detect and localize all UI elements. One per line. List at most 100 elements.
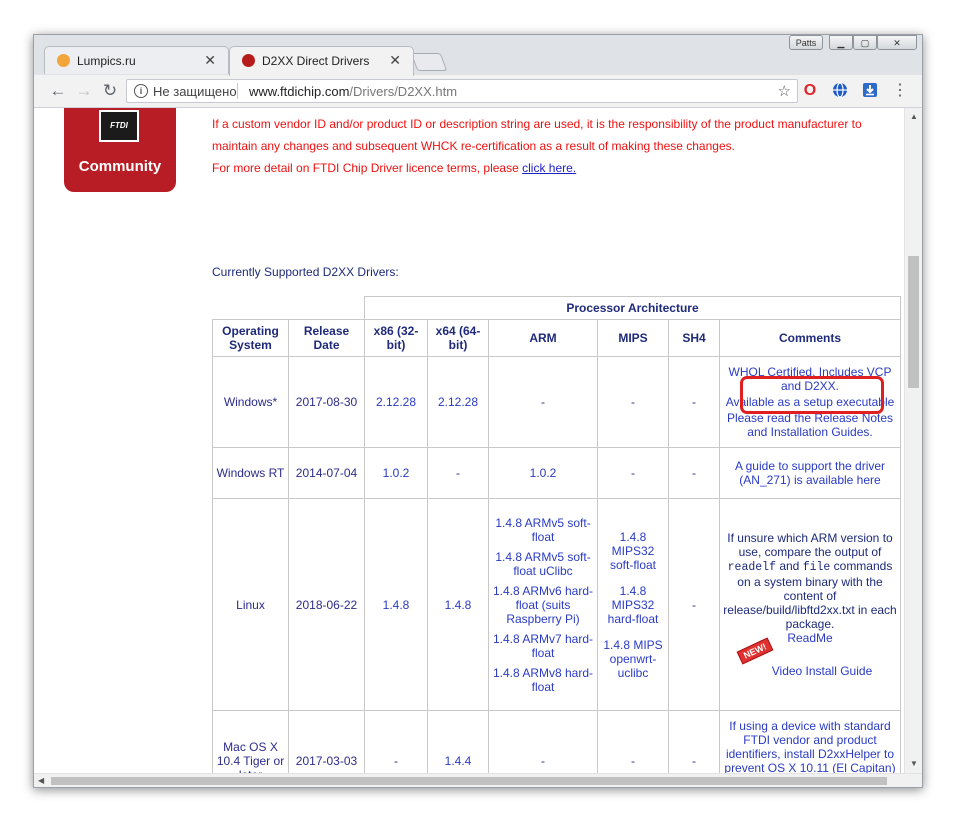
globe-extension-icon[interactable] (831, 82, 849, 100)
sh4-cell: - (668, 498, 720, 711)
arm-version-note: If unsure which ARM version to use, comp… (723, 531, 897, 631)
tab-close-icon[interactable]: ✕ (204, 52, 216, 69)
arm-download-link[interactable]: 1.4.8 ARMv7 hard-float (492, 632, 594, 660)
address-bar[interactable]: i Не защищено www.ftdichip.com/Drivers/D… (126, 79, 798, 103)
forward-arrow-icon[interactable]: → (74, 81, 94, 101)
an271-guide-link[interactable]: A guide to support the driver (AN_271) i… (719, 447, 901, 499)
url-text: www.ftdichip.com/Drivers/D2XX.htm (249, 84, 457, 99)
tab-strip: Lumpics.ru ✕ D2XX Direct Drivers ✕ Patts… (34, 35, 922, 76)
notice-line-3-text: For more detail on FTDI Chip Driver lice… (212, 161, 523, 175)
arm-downloads-cell: 1.4.8 ARMv5 soft-float 1.4.8 ARMv5 soft-… (488, 498, 598, 711)
tab-title: Lumpics.ru (77, 54, 136, 68)
table-row: Linux 2018-06-22 1.4.8 1.4.8 1.4.8 ARMv5… (212, 498, 901, 711)
readelf-code: readelf (727, 561, 776, 574)
bookmark-star-icon[interactable]: ☆ (778, 82, 791, 100)
file-code: file (802, 561, 831, 574)
tab-title: D2XX Direct Drivers (262, 54, 370, 68)
processor-architecture-header: Processor Architecture (364, 296, 901, 320)
back-arrow-icon[interactable]: ← (48, 81, 68, 101)
os-cell: Linux (212, 498, 289, 711)
browser-window: Lumpics.ru ✕ D2XX Direct Drivers ✕ Patts… (33, 34, 923, 788)
info-icon[interactable]: i (134, 84, 148, 98)
page-viewport: FTDI Community If a custom vendor ID and… (34, 108, 904, 773)
os-cell: Windows RT (212, 447, 289, 499)
tab-d2xx[interactable]: D2XX Direct Drivers ✕ (229, 46, 414, 76)
licence-link[interactable]: click here. (522, 161, 576, 175)
col-x64-header: x64 (64-bit) (427, 319, 489, 357)
col-os-header: Operating System (212, 319, 289, 357)
close-window-icon[interactable]: ✕ (877, 35, 917, 50)
sh4-cell: - (668, 356, 720, 448)
os-cell: Windows* (212, 356, 289, 448)
notice-line-3: For more detail on FTDI Chip Driver lice… (212, 161, 576, 175)
arm-download-link[interactable]: 1.4.8 ARMv5 soft-float uClibc (492, 550, 594, 578)
x86-cell: - (364, 710, 428, 773)
download-icon[interactable] (861, 82, 879, 100)
note-text: If unsure which ARM version to use, comp… (727, 531, 893, 559)
drivers-heading: Currently Supported D2XX Drivers: (212, 265, 399, 279)
col-x86-header: x86 (32-bit) (364, 319, 428, 357)
arm-cell: - (488, 356, 598, 448)
arm-download-link[interactable]: 1.4.8 ARMv6 hard-float (suits Raspberry … (492, 584, 594, 626)
url-path: /Drivers/D2XX.htm (349, 84, 458, 99)
menu-kebab-icon[interactable]: ⋮ (891, 82, 909, 100)
arm-download-link[interactable]: 1.4.8 ARMv5 soft-float (492, 516, 594, 544)
x86-download-link[interactable]: 1.4.8 (383, 598, 410, 612)
mips-cell: - (597, 710, 669, 773)
vertical-scrollbar[interactable]: ▲ ▼ (904, 108, 922, 773)
release-notes-link[interactable]: Please read the Release Notes and Instal… (723, 411, 897, 439)
col-sh4-header: SH4 (668, 319, 720, 357)
mips-downloads-cell: 1.4.8 MIPS32 soft-float 1.4.8 MIPS32 har… (597, 498, 669, 711)
x64-download-link[interactable]: 1.4.4 (445, 754, 472, 768)
scroll-up-icon[interactable]: ▲ (910, 112, 918, 121)
horizontal-scrollbar[interactable]: ◀ (34, 773, 922, 787)
scroll-down-icon[interactable]: ▼ (910, 759, 918, 768)
setup-executable-highlight (740, 376, 884, 414)
arm-download-link[interactable]: 1.4.8 ARMv8 hard-float (492, 666, 594, 694)
browser-toolbar: ← → ↻ i Не защищено www.ftdichip.com/Dri… (34, 75, 922, 108)
horizontal-scroll-thumb[interactable] (51, 777, 887, 785)
table-blank-cell (212, 296, 365, 320)
ftdi-favicon-icon (242, 54, 255, 67)
comments-cell: If unsure which ARM version to use, comp… (719, 498, 901, 711)
chip-icon: FTDI (99, 110, 139, 142)
tab-close-icon[interactable]: ✕ (389, 52, 401, 69)
x64-download-link[interactable]: 2.12.28 (438, 395, 478, 409)
arm-download-link[interactable]: 1.0.2 (530, 466, 557, 480)
x64-download-link[interactable]: 1.4.8 (445, 598, 472, 612)
date-cell: 2018-06-22 (288, 498, 365, 711)
notice-line-2: maintain any changes and subsequent WHCK… (212, 139, 735, 153)
mips-download-link[interactable]: 1.4.8 MIPS32 hard-float (601, 584, 665, 626)
x64-cell: - (427, 447, 489, 499)
mips-download-link[interactable]: 1.4.8 MIPS openwrt-uclibc (601, 638, 665, 680)
community-label: Community (78, 158, 162, 175)
video-install-guide-link[interactable]: Video Install Guide (723, 664, 897, 678)
table-row: Windows RT 2014-07-04 1.0.2 - 1.0.2 - - … (212, 447, 901, 499)
vertical-scroll-thumb[interactable] (908, 256, 919, 388)
mips-download-link[interactable]: 1.4.8 MIPS32 soft-float (601, 530, 665, 572)
col-arm-header: ARM (488, 319, 598, 357)
x86-download-link[interactable]: 2.12.28 (376, 395, 416, 409)
minimize-icon[interactable]: ▁ (829, 35, 853, 50)
maximize-icon[interactable]: ▢ (853, 35, 877, 50)
arm-cell: - (488, 710, 598, 773)
sh4-cell: - (668, 447, 720, 499)
user-profile-button[interactable]: Patts (789, 35, 823, 50)
table-row: Mac OS X 10.4 Tiger or later 2017-03-03 … (212, 710, 901, 773)
x86-download-link[interactable]: 1.0.2 (383, 466, 410, 480)
date-cell: 2014-07-04 (288, 447, 365, 499)
url-domain: www.ftdichip.com (249, 84, 350, 99)
community-logo[interactable]: FTDI Community (64, 108, 176, 192)
notice-line-1: If a custom vendor ID and/or product ID … (212, 117, 862, 131)
opera-icon[interactable]: O (801, 82, 819, 100)
readme-link[interactable]: ReadMe (723, 631, 897, 645)
date-cell: 2017-08-30 (288, 356, 365, 448)
sh4-cell: - (668, 710, 720, 773)
note-and: and (779, 559, 800, 573)
new-tab-button[interactable] (410, 53, 448, 71)
tab-lumpics[interactable]: Lumpics.ru ✕ (44, 46, 229, 74)
scroll-left-icon[interactable]: ◀ (38, 776, 44, 785)
reload-icon[interactable]: ↻ (100, 81, 120, 101)
security-label: Не защищено (153, 84, 237, 99)
mips-cell: - (597, 356, 669, 448)
